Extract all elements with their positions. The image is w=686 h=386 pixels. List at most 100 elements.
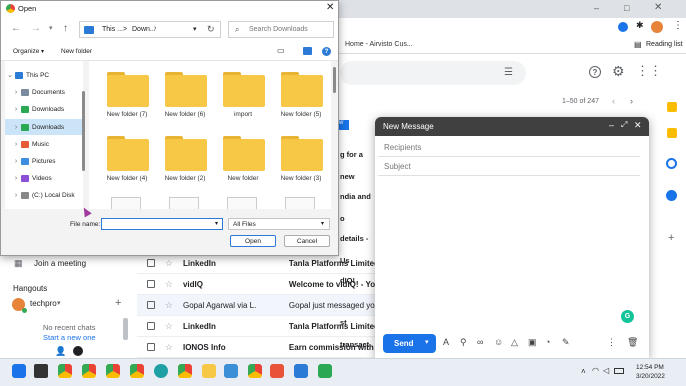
help-icon[interactable]: ? [322,47,331,56]
close-icon[interactable]: ✕ [634,120,642,131]
folder-item[interactable]: New folder (5) [277,69,325,125]
vscode-icon[interactable] [294,364,308,378]
attach-icon[interactable]: ⚲ [460,337,467,348]
dialog-close-icon[interactable]: ✕ [326,2,334,13]
notepad-icon[interactable] [224,364,238,378]
star-icon[interactable]: ☆ [165,279,173,290]
hangouts-user[interactable]: techpro [30,299,57,308]
app-icon-red[interactable] [270,364,284,378]
reading-list-icon[interactable]: ▤ [634,40,642,49]
checkbox[interactable] [147,280,155,288]
breadcrumb-item[interactable]: This ... [102,26,123,33]
wifi-icon[interactable]: ◠ [592,366,599,375]
settings-icon[interactable]: ⚙ [612,63,625,80]
maximize-button[interactable]: □ [624,3,629,13]
star-icon[interactable]: ☆ [165,321,173,332]
fullscreen-icon[interactable]: ⤢ [621,120,627,130]
edge-icon[interactable] [154,364,168,378]
tree-item-local-disk[interactable]: › (C:) Local Disk [5,187,83,203]
filetype-select[interactable]: All Files ▾ [228,218,330,230]
chrome-taskbar-icon[interactable] [82,364,96,378]
add-addon-icon[interactable]: + [668,232,674,244]
checkbox[interactable] [147,301,155,309]
signature-icon[interactable]: ✎ [562,337,570,348]
filename-input[interactable]: ▾ [101,218,223,230]
compose-header[interactable]: New Message – ⤢ ✕ [375,117,649,136]
task-view-icon[interactable] [34,364,48,378]
clock-time[interactable]: 12:54 PM [636,364,664,371]
tree-scrollbar[interactable] [82,91,85,171]
contacts-icon[interactable] [666,190,677,201]
next-page-icon[interactable]: › [630,96,633,106]
dialog-titlebar[interactable]: Open ✕ [1,1,338,17]
checkbox[interactable] [147,322,155,330]
partial-subject[interactable]: g for a new [340,144,376,188]
file-icon[interactable] [227,197,257,209]
view-icon[interactable]: ▭ [277,46,285,55]
recipients-field[interactable]: Recipients [378,139,640,157]
more-options-icon[interactable]: ⋮ [607,337,616,348]
refresh-icon[interactable]: ↻ [207,24,215,35]
profile-avatar[interactable] [651,21,663,33]
chevron-down-icon[interactable]: ▾ [215,220,218,227]
join-meeting-link[interactable]: Join a meeting [34,259,86,268]
windows-start-icon[interactable] [12,364,26,378]
battery-icon[interactable] [614,368,624,374]
folder-item[interactable]: New folder [219,133,267,189]
more-menu-icon[interactable]: ⋮ [673,20,683,31]
person-icon[interactable]: 👤 [55,346,66,357]
link-icon[interactable]: ∞ [477,337,483,347]
tree-item-documents[interactable]: › Documents [5,84,83,100]
email-row[interactable]: ☆ LinkedIn Tanla Platforms Limited a [137,316,387,337]
add-chat-icon[interactable]: + [115,297,121,309]
chrome-taskbar-icon[interactable] [248,364,262,378]
close-window-icon[interactable]: ✕ [654,2,662,13]
email-row[interactable]: ☆ Gopal Agarwal via L. Gopal just messag… [137,295,387,316]
breadcrumb-chevron-icon[interactable]: › [154,25,156,32]
help-icon[interactable]: ? [589,66,601,78]
star-icon[interactable]: ☆ [165,258,173,269]
email-row[interactable]: ☆ IONOS Info Earn commission with our [137,337,387,358]
send-options-icon[interactable]: ▾ [425,338,429,346]
send-button[interactable]: Send ▾ [383,334,436,353]
puzzle-icon[interactable]: ✱ [636,20,644,31]
tree-item-music[interactable]: › Music [5,136,83,152]
file-icon[interactable] [285,197,315,209]
chevron-down-icon[interactable]: ▾ [57,299,61,307]
start-new-link[interactable]: Start a new one [43,333,96,342]
subject-field[interactable]: Subject [378,158,640,176]
apps-grid-icon[interactable]: ⋮⋮ [636,63,662,79]
star-icon[interactable]: ☆ [165,300,173,311]
emoji-icon[interactable]: ☺ [494,337,503,347]
scrollbar[interactable] [123,318,128,340]
partial-subject[interactable]: ndia and o [340,186,376,230]
app-icon-green[interactable] [318,364,332,378]
tree-item-pictures[interactable]: › Pictures [5,153,83,169]
keep-icon[interactable] [667,128,677,138]
breadcrumb[interactable]: This ... > Down... › ▾ ↻ [79,21,221,38]
tree-item-videos[interactable]: › Videos [5,170,83,186]
grammarly-icon[interactable]: G [621,310,634,323]
back-icon[interactable]: ← [11,23,21,34]
filter-icon[interactable]: ☰ [504,67,513,78]
file-icon[interactable] [111,197,141,209]
email-row[interactable]: ☆ vidIQ Welcome to vidIQ! - You j [137,274,387,295]
folder-item[interactable]: New folder (2) [161,133,209,189]
tree-item-downloads[interactable]: › Downloads [5,101,83,117]
format-icon[interactable]: A [443,337,449,347]
cancel-button[interactable]: Cancel [284,235,330,247]
chevron-down-icon[interactable]: ▾ [49,24,53,32]
volume-icon[interactable]: ◁ [603,366,609,375]
search-bar[interactable]: ☰ [340,61,526,85]
drive-icon[interactable]: △ [511,337,518,348]
calendar-icon[interactable] [667,102,677,112]
chevron-down-icon[interactable]: ▾ [321,220,324,227]
chrome-taskbar-icon[interactable] [58,364,72,378]
tray-chevron-icon[interactable]: ˄ [581,367,586,376]
checkbox[interactable] [147,343,155,351]
file-explorer-icon[interactable] [202,364,216,378]
email-row[interactable]: ☆ LinkedIn Tanla Platforms Limited a [137,253,387,274]
confidential-icon[interactable]: ◔ [545,337,550,347]
reading-list-link[interactable]: Reading list [646,41,683,48]
message-body[interactable] [378,178,640,328]
